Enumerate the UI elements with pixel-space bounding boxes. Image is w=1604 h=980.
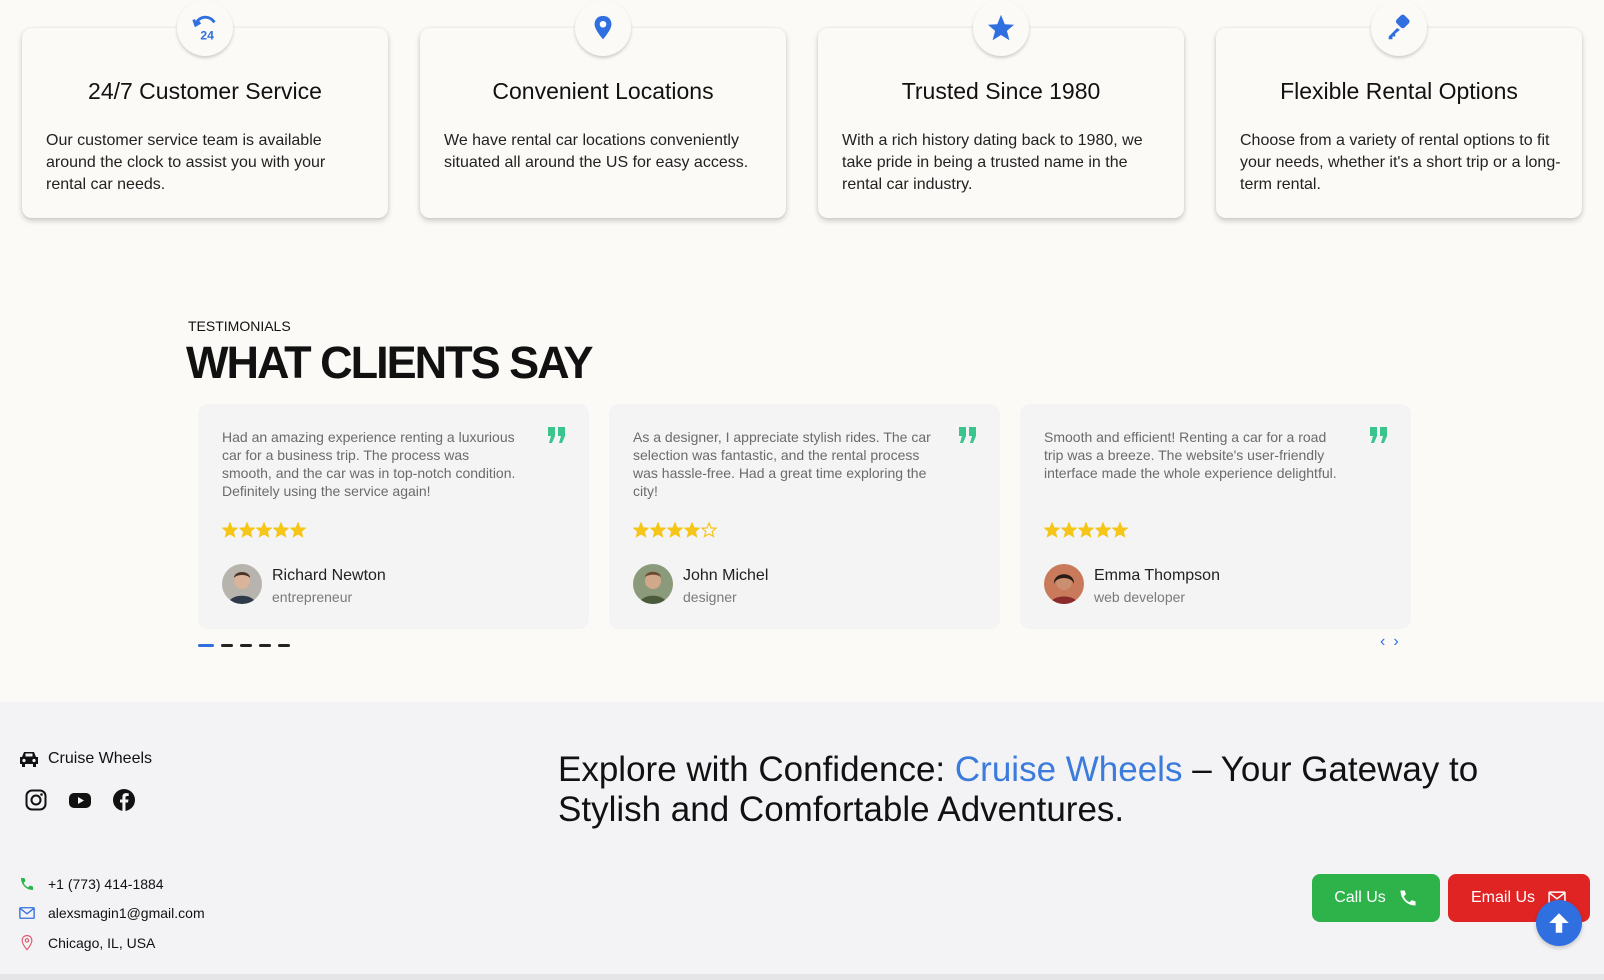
pagination-dot[interactable] [240,644,252,647]
star-filled-icon [1061,522,1077,538]
footer-tagline: Explore with Confidence: Cruise Wheels –… [558,750,1578,830]
footer-divider [0,974,1604,980]
testimonial-name: John Michel [683,567,769,584]
star-filled-icon [273,522,289,538]
feature-description: Our customer service team is available a… [46,132,326,193]
star-filled-icon [222,522,238,538]
tagline-prefix: Explore with Confidence: [558,750,955,789]
feature-card-flexible: Flexible Rental Options Choose from a va… [1216,0,1582,218]
feature-title: Flexible Rental Options [1280,78,1518,104]
feature-card-customer-service: 24 24/7 Customer Service Our customer se… [22,0,388,218]
back-to-top-button[interactable] [1536,900,1582,946]
quote-icon [1370,427,1387,443]
testimonials-kicker: TESTIMONIALS [188,318,291,334]
svg-text:24: 24 [200,28,214,42]
testimonial-role: designer [683,589,737,605]
rating-stars [1044,522,1128,538]
star-filled-icon [633,522,649,538]
feature-description: We have rental car locations convenientl… [444,132,749,171]
contact-email[interactable]: alexsmagin1@gmail.com [18,904,205,922]
carousel-pagination [198,644,290,647]
testimonial-card: As a designer, I appreciate stylish ride… [609,404,1000,629]
feature-title: 24/7 Customer Service [88,78,322,104]
email-label: Email Us [1470,889,1535,906]
key-icon [1371,0,1427,56]
call-us-button[interactable]: Call Us [1312,874,1440,922]
phone-icon [1400,890,1416,906]
instagram-icon[interactable] [24,788,48,812]
arrow-up-icon [1549,913,1569,933]
prev-arrow[interactable]: ‹ [1380,633,1385,651]
mail-icon [19,907,35,919]
brand[interactable]: Cruise Wheels [18,750,152,768]
pagination-dot[interactable] [221,644,233,647]
phone-number: +1 (773) 414-1884 [48,876,164,892]
24-hour-icon: 24 [177,0,233,56]
star-filled-icon [256,522,272,538]
youtube-icon[interactable] [68,788,92,812]
quote-icon [548,427,565,443]
star-empty-icon [701,522,717,538]
testimonial-text: Had an amazing experience renting a luxu… [222,429,516,499]
feature-card-trusted: Trusted Since 1980 With a rich history d… [818,0,1184,218]
contact-phone[interactable]: +1 (773) 414-1884 [18,875,164,893]
avatar [1044,564,1084,604]
brand-name: Cruise Wheels [48,750,153,767]
star-filled-icon [1078,522,1094,538]
pagination-dot[interactable] [259,644,271,647]
car-icon [20,752,38,767]
testimonial-text: As a designer, I appreciate stylish ride… [633,429,931,499]
call-label: Call Us [1334,889,1386,906]
quote-icon [959,427,976,443]
phone-icon [21,878,33,890]
star-filled-icon [290,522,306,538]
pagination-dot[interactable] [198,644,214,647]
feature-description: With a rich history dating back to 1980,… [842,132,1143,193]
feature-description: Choose from a variety of rental options … [1240,132,1561,193]
star-filled-icon [239,522,255,538]
carousel-arrows: ‹ › [1380,633,1399,651]
star-filled-icon [1044,522,1060,538]
testimonial-text: Smooth and efficient! Renting a car for … [1044,429,1337,481]
avatar [633,564,673,604]
testimonial-card: Smooth and efficient! Renting a car for … [1020,404,1411,629]
location-pin-icon [575,0,631,56]
pagination-dot[interactable] [278,644,290,647]
star-filled-icon [1112,522,1128,538]
footer [0,702,1604,974]
star-icon [973,0,1029,56]
contact-location: Chicago, IL, USA [18,934,155,952]
feature-card-locations: Convenient Locations We have rental car … [420,0,786,218]
star-filled-icon [667,522,683,538]
testimonial-role: entrepreneur [272,589,353,605]
testimonial-card: Had an amazing experience renting a luxu… [198,404,589,629]
avatar [222,564,262,604]
rating-stars [222,522,306,538]
feature-title: Trusted Since 1980 [901,78,1101,104]
star-filled-icon [684,522,700,538]
testimonial-name: Emma Thompson [1094,567,1220,584]
testimonial-name: Richard Newton [272,567,386,584]
social-links [24,788,136,812]
rating-stars [633,522,717,538]
next-arrow[interactable]: › [1393,633,1398,651]
star-filled-icon [650,522,666,538]
facebook-icon[interactable] [112,788,136,812]
star-filled-icon [1095,522,1111,538]
tagline-brand: Cruise Wheels [954,750,1183,789]
location-pin-icon [21,934,33,951]
feature-title: Convenient Locations [492,78,714,104]
testimonial-role: web developer [1094,589,1186,605]
email-address: alexsmagin1@gmail.com [48,905,205,921]
location-text: Chicago, IL, USA [48,935,156,951]
testimonials-title: WHAT CLIENTS SAY [186,337,594,388]
features-section: 24 24/7 Customer Service Our customer se… [0,0,1604,230]
